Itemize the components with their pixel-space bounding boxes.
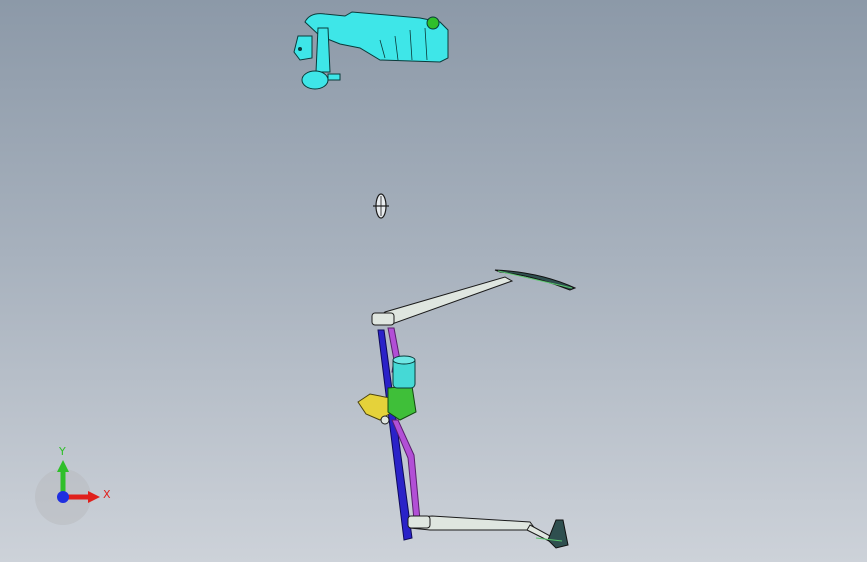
washer-reservoir-assembly[interactable] (293, 11, 449, 90)
washer-pump[interactable] (301, 70, 329, 90)
gearbox[interactable] (387, 385, 417, 421)
motor-end-cap (392, 355, 416, 365)
triad-x-arrow (88, 491, 100, 503)
upper-pivot[interactable] (371, 312, 395, 326)
reservoir-bracket[interactable] (293, 35, 313, 61)
triad-x-label: X (103, 488, 111, 501)
triad-y-label: Y (58, 445, 66, 458)
graphics-viewport[interactable]: Y X (0, 0, 867, 562)
pump-tab[interactable] (327, 73, 341, 81)
lower-pivot[interactable] (407, 515, 431, 529)
triad-z-axis (57, 491, 69, 503)
triad-y-arrow (57, 460, 69, 472)
lower-wiper[interactable] (407, 515, 569, 549)
upper-wiper[interactable] (371, 269, 577, 326)
coordinate-triad[interactable]: Y X (35, 445, 111, 525)
cad-scene[interactable]: Y X (0, 0, 867, 562)
lower-wiper-blade[interactable] (547, 519, 569, 549)
upper-wiper-arm[interactable] (377, 276, 514, 325)
reservoir-cap[interactable] (426, 16, 440, 30)
washer-nozzle[interactable] (373, 193, 389, 219)
motor-crank[interactable] (380, 415, 390, 425)
reservoir-neck[interactable] (315, 27, 331, 73)
reservoir-mount-hole (298, 47, 302, 51)
